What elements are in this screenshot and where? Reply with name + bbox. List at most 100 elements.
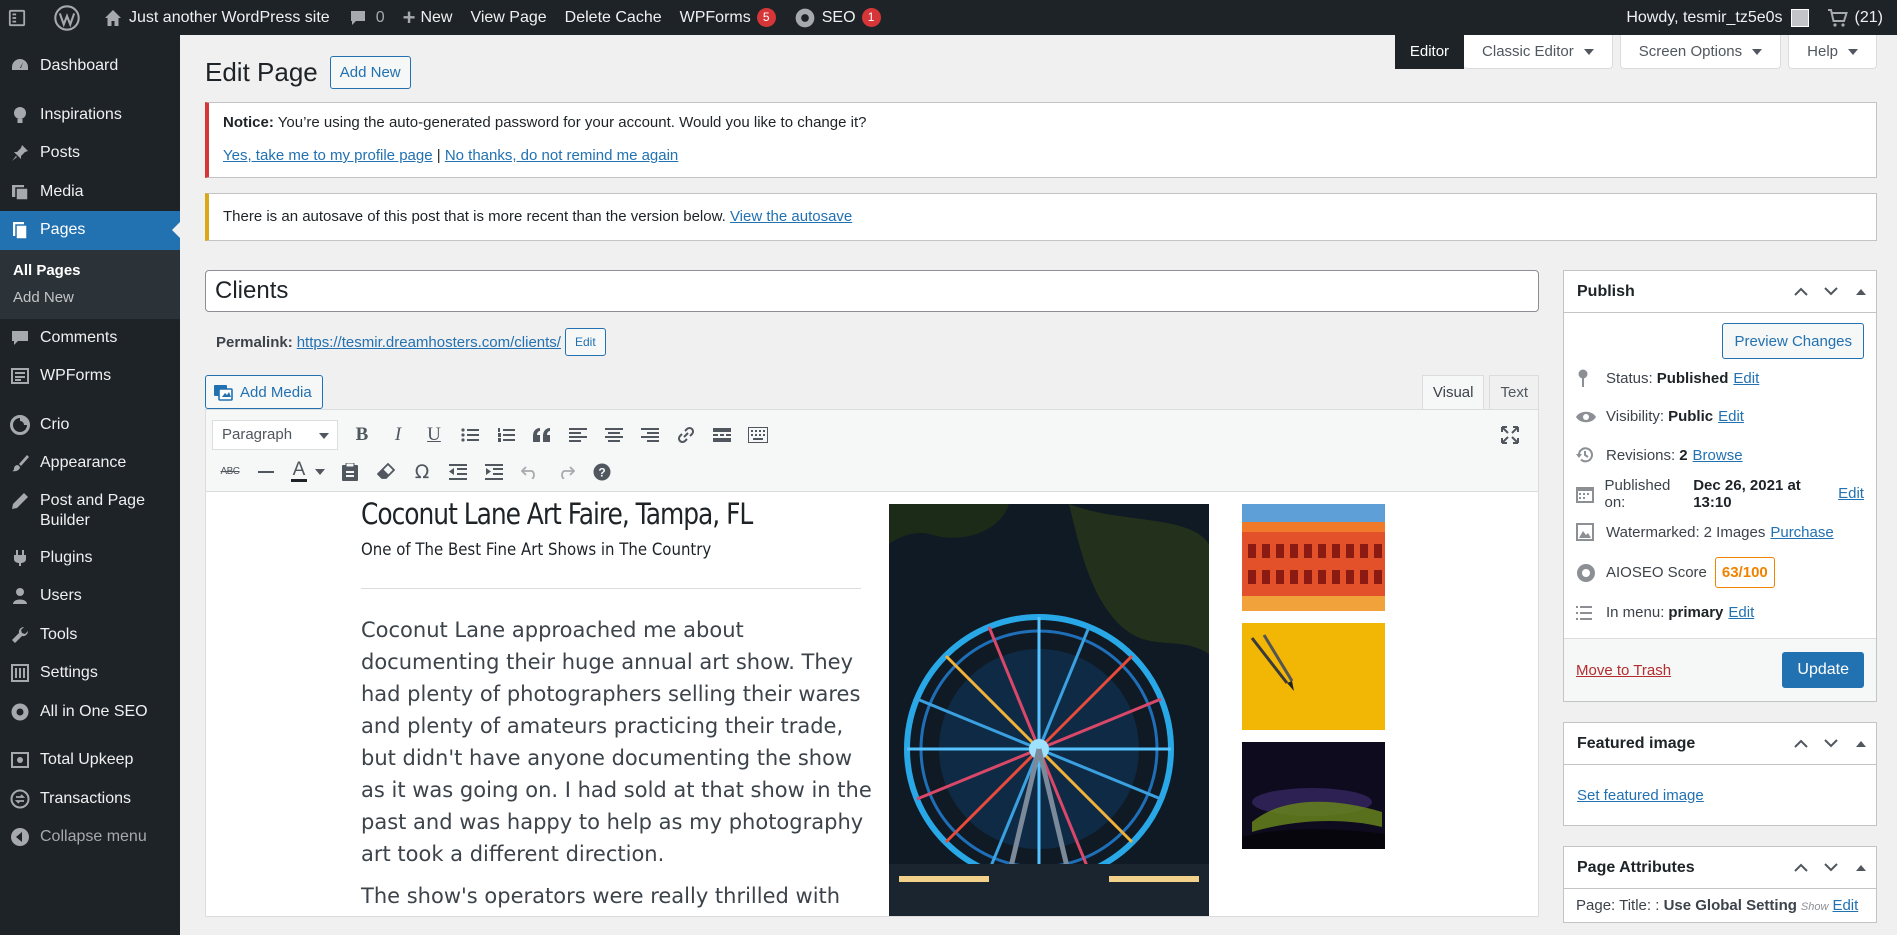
update-button[interactable]: Update xyxy=(1782,652,1864,688)
sidebar-item-total-upkeep[interactable]: Total Upkeep xyxy=(0,741,180,780)
keyboard-shortcuts-icon[interactable]: ? xyxy=(584,457,620,487)
set-featured-image-link[interactable]: Set featured image xyxy=(1577,787,1704,804)
sidebar-item-post-page-builder[interactable]: Post and Page Builder xyxy=(0,483,180,539)
wpforms-link[interactable]: WPForms 5 xyxy=(671,0,785,35)
special-character-icon[interactable]: Ω xyxy=(404,457,440,487)
align-center-icon[interactable] xyxy=(596,420,632,450)
read-more-icon[interactable] xyxy=(704,420,740,450)
sidebar-item-label: WPForms xyxy=(40,367,112,385)
editor-content[interactable]: Coconut Lane Art Faire, Tampa, FL One of… xyxy=(205,492,1539,917)
my-account-link[interactable]: Howdy, tesmir_tz5e0s xyxy=(1617,0,1817,35)
new-content-link[interactable]: + New xyxy=(394,0,462,35)
pencils-thumbnail[interactable] xyxy=(1242,623,1385,730)
permalink-edit-button[interactable]: Edit xyxy=(564,328,606,356)
move-up-icon[interactable] xyxy=(1786,274,1816,310)
aioseo-score-badge[interactable]: 63/100 xyxy=(1714,557,1775,588)
status-edit-link[interactable]: Edit xyxy=(1733,370,1759,387)
sidebar-item-pages[interactable]: Pages xyxy=(0,211,180,250)
format-select[interactable]: Paragraph xyxy=(212,419,338,450)
move-up-icon[interactable] xyxy=(1786,850,1816,886)
show-toggle[interactable]: Show xyxy=(1801,901,1829,913)
collapse-triangle-icon[interactable] xyxy=(1846,274,1876,310)
tab-visual[interactable]: Visual xyxy=(1421,375,1485,409)
sidebar-item-settings[interactable]: Settings xyxy=(0,654,180,693)
sidebar-item-crio[interactable]: Crio xyxy=(0,406,180,445)
align-left-icon[interactable] xyxy=(560,420,596,450)
post-sidebar: Publish Preview Changes Status: Published… xyxy=(1563,270,1877,923)
view-autosave-link[interactable]: View the autosave xyxy=(730,208,852,225)
sidebar-item-appearance[interactable]: Appearance xyxy=(0,444,180,483)
tab-text[interactable]: Text xyxy=(1489,375,1539,409)
seo-link[interactable]: SEO 1 xyxy=(785,0,890,35)
browse-revisions-link[interactable]: Browse xyxy=(1693,447,1743,464)
clear-formatting-icon[interactable] xyxy=(368,457,404,487)
pages-icon xyxy=(9,219,31,241)
comments-link[interactable]: 0 xyxy=(339,0,394,35)
text-color-icon[interactable]: A xyxy=(284,457,332,487)
ferris-wheel-image[interactable] xyxy=(889,504,1209,916)
numbered-list-icon[interactable] xyxy=(488,420,524,450)
sidebar-item-media[interactable]: Media xyxy=(0,173,180,212)
profile-page-link[interactable]: Yes, take me to my profile page xyxy=(223,147,433,164)
blockquote-icon[interactable] xyxy=(524,420,560,450)
strikethrough-icon[interactable]: ABC xyxy=(212,457,248,487)
align-right-icon[interactable] xyxy=(632,420,668,450)
link-separator: | xyxy=(436,147,441,164)
delete-cache-label: Delete Cache xyxy=(564,8,662,26)
post-title-input[interactable]: Clients xyxy=(205,270,1539,312)
seo-badge: 1 xyxy=(861,8,881,27)
site-name-link[interactable]: Just another WordPress site xyxy=(94,0,339,35)
move-down-icon[interactable] xyxy=(1816,274,1846,310)
collapse-triangle-icon[interactable] xyxy=(1846,726,1876,762)
purchase-link[interactable]: Purchase xyxy=(1770,524,1833,541)
sidebar-item-comments[interactable]: Comments xyxy=(0,319,180,358)
sidebar-item-inspirations[interactable]: Inspirations xyxy=(0,96,180,135)
aioseo-label: AIOSEO Score xyxy=(1606,564,1707,581)
move-up-icon[interactable] xyxy=(1786,726,1816,762)
move-down-icon[interactable] xyxy=(1816,726,1846,762)
move-down-icon[interactable] xyxy=(1816,850,1846,886)
add-media-button[interactable]: Add Media xyxy=(205,375,323,409)
collapse-menu-button[interactable]: Collapse menu xyxy=(0,818,180,857)
sidebar-item-transactions[interactable]: Transactions xyxy=(0,780,180,819)
bullet-list-icon[interactable] xyxy=(452,420,488,450)
menu-toggle-icon[interactable] xyxy=(0,0,34,35)
fullscreen-icon[interactable] xyxy=(1492,420,1528,450)
underline-icon[interactable]: U xyxy=(416,420,452,450)
submenu-add-new[interactable]: Add New xyxy=(0,284,180,311)
submenu-all-pages[interactable]: All Pages xyxy=(0,257,180,284)
sidebar-item-tools[interactable]: Tools xyxy=(0,616,180,655)
italic-icon[interactable]: I xyxy=(380,420,416,450)
link-icon[interactable] xyxy=(668,420,704,450)
indent-icon[interactable] xyxy=(476,457,512,487)
paste-text-icon[interactable] xyxy=(332,457,368,487)
horizontal-line-icon[interactable] xyxy=(248,457,284,487)
toolbar-toggle-icon[interactable] xyxy=(740,420,776,450)
sidebar-item-aioseo[interactable]: All in One SEO xyxy=(0,693,180,732)
sidebar-item-plugins[interactable]: Plugins xyxy=(0,539,180,578)
sidebar-item-users[interactable]: Users xyxy=(0,577,180,616)
view-page-link[interactable]: View Page xyxy=(461,0,555,35)
delete-cache-link[interactable]: Delete Cache xyxy=(556,0,671,35)
preview-changes-button[interactable]: Preview Changes xyxy=(1722,323,1864,359)
aurora-thumbnail[interactable] xyxy=(1242,742,1385,849)
published-edit-link[interactable]: Edit xyxy=(1838,485,1864,502)
bold-icon[interactable]: B xyxy=(344,420,380,450)
collapse-triangle-icon[interactable] xyxy=(1846,850,1876,886)
sidebar-item-posts[interactable]: Posts xyxy=(0,134,180,173)
permalink-url[interactable]: https://tesmir.dreamhosters.com/clients/ xyxy=(297,334,561,351)
dismiss-reminder-link[interactable]: No thanks, do not remind me again xyxy=(445,147,678,164)
sidebar-item-dashboard[interactable]: Dashboard xyxy=(0,47,180,86)
page-title-edit-link[interactable]: Edit xyxy=(1832,897,1858,914)
move-to-trash-link[interactable]: Move to Trash xyxy=(1576,662,1671,679)
redo-icon[interactable] xyxy=(548,457,584,487)
in-menu-edit-link[interactable]: Edit xyxy=(1728,604,1754,621)
building-thumbnail[interactable] xyxy=(1242,504,1385,611)
outdent-icon[interactable] xyxy=(440,457,476,487)
undo-icon[interactable] xyxy=(512,457,548,487)
cart-link[interactable]: (21) xyxy=(1818,0,1897,35)
wordpress-logo-icon[interactable] xyxy=(34,0,94,35)
sidebar-item-wpforms[interactable]: WPForms xyxy=(0,357,180,396)
visibility-edit-link[interactable]: Edit xyxy=(1718,408,1744,425)
add-new-page-button[interactable]: Add New xyxy=(329,55,411,89)
